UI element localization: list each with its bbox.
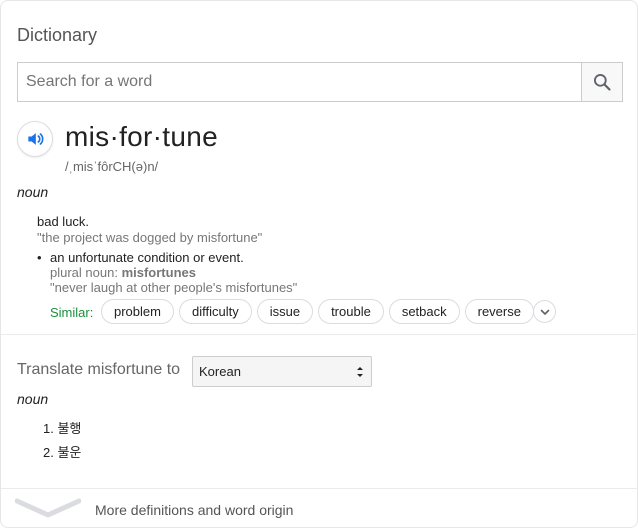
chevron-down-icon xyxy=(15,498,81,518)
definition-1-example: "the project was dogged by misfortune" xyxy=(37,230,263,245)
plural-label: plural noun: xyxy=(50,265,118,280)
search-input[interactable] xyxy=(18,63,581,101)
similar-chip-issue[interactable]: issue xyxy=(256,299,314,324)
divider xyxy=(1,334,638,335)
search-icon xyxy=(594,74,611,91)
part-of-speech: noun xyxy=(17,184,49,200)
search-button[interactable] xyxy=(581,63,622,101)
definition-2: an unfortunate condition or event. xyxy=(50,250,244,265)
translate-label: Translate misfortune to xyxy=(17,361,181,378)
search-box xyxy=(17,62,623,102)
more-definitions-link[interactable]: More definitions and word origin xyxy=(1,489,638,529)
language-select-value: Korean xyxy=(199,364,241,379)
expand-similar-button[interactable] xyxy=(533,300,556,323)
phonetic-text: /ˌmisˈfôrCH(ə)n/ xyxy=(65,159,159,174)
similar-chip-reverse[interactable]: reverse xyxy=(464,299,534,324)
similar-chip-problem[interactable]: problem xyxy=(101,299,174,324)
translation-item: 1. 불행 xyxy=(43,421,82,436)
speaker-icon xyxy=(28,133,44,145)
similar-chip-trouble[interactable]: trouble xyxy=(318,299,384,324)
card-title: Dictionary xyxy=(17,25,98,45)
dictionary-card: Dictionary mis·for·tune /ˌmisˈfôrCH(ə)n/… xyxy=(0,0,638,528)
definition-2-example: "never laugh at other people's misfortun… xyxy=(50,280,298,295)
translation-item: 2. 불운 xyxy=(43,445,82,460)
chevron-down-icon xyxy=(540,309,549,315)
bullet-icon: • xyxy=(37,250,42,265)
language-select[interactable]: Korean xyxy=(192,356,372,387)
pronunciation-button[interactable] xyxy=(17,121,53,157)
definition-1: bad luck. xyxy=(37,214,90,229)
similar-chip-difficulty[interactable]: difficulty xyxy=(178,299,252,324)
similar-chips: problem difficulty issue trouble setback… xyxy=(101,299,534,324)
translate-part-of-speech: noun xyxy=(17,391,49,407)
similar-chip-setback[interactable]: setback xyxy=(388,299,460,324)
similar-label: Similar: xyxy=(50,305,94,320)
more-definitions-label: More definitions and word origin xyxy=(95,502,294,518)
select-arrows-icon xyxy=(357,367,363,377)
plural-form: plural noun: misfortunes xyxy=(50,265,196,280)
headword: mis·for·tune xyxy=(65,121,218,152)
plural-word: misfortunes xyxy=(121,265,196,280)
